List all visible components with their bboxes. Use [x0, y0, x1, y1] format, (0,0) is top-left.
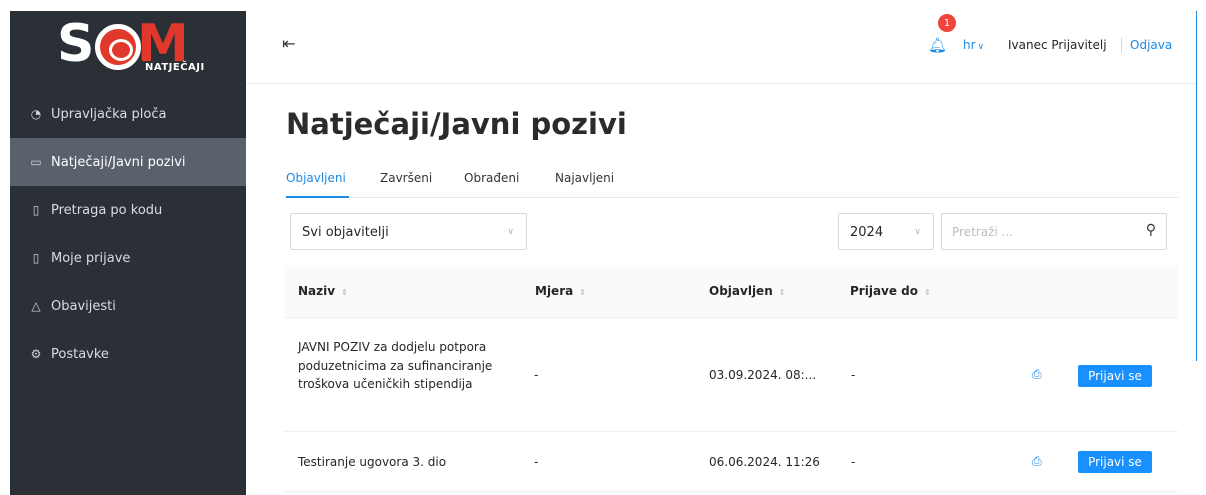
app-logo[interactable]: S M NATJEČAJI [57, 14, 204, 81]
publisher-select-value: Svi objavitelji [302, 225, 389, 240]
status-tabs: Objavljeni Završeni Obrađeni Najavljeni [286, 160, 1178, 198]
sidebar-item-tenders[interactable]: ▭ Natječaji/Javni pozivi [10, 138, 246, 186]
gear-icon: ⚙ [30, 347, 42, 361]
apply-button[interactable]: Prijavi se [1078, 451, 1152, 473]
menu-fold-icon[interactable]: ⇤ [282, 34, 295, 53]
chevron-down-icon: ∨ [977, 42, 985, 52]
page-title: Natječaji/Javni pozivi [286, 107, 627, 141]
row-deadline: - [851, 368, 856, 382]
search-icon[interactable]: ⚲ [1146, 222, 1156, 238]
column-header-label: Mjera [535, 284, 574, 298]
sort-icon: ⇕ [778, 288, 786, 297]
sidebar-menu: ◔ Upravljačka ploča ▭ Natječaji/Javni po… [10, 90, 246, 378]
notification-count-badge: 1 [938, 14, 956, 32]
row-published-date: 03.09.2024. 08:... [709, 368, 817, 382]
column-header-mjera[interactable]: Mjera ⇕ [535, 284, 586, 298]
sidebar-item-label: Pretraga po kodu [51, 202, 163, 218]
logo-subtitle: NATJEČAJI [145, 62, 205, 73]
logo-letter-s: S [57, 14, 94, 74]
row-measure: - [534, 368, 539, 382]
row-measure: - [534, 455, 539, 469]
language-selector[interactable]: hr ∨ [963, 38, 984, 52]
language-label: hr [963, 38, 976, 52]
tab-published[interactable]: Objavljeni [286, 171, 346, 185]
column-header-objavljen[interactable]: Objavljen ⇕ [709, 284, 785, 298]
sidebar-item-search-by-code[interactable]: ▯ Pretraga po kodu [10, 186, 246, 234]
publisher-select[interactable]: Svi objavitelji ∨ [290, 213, 527, 250]
user-name: Ivanec Prijavitelj [1008, 38, 1107, 52]
table-row: Testiranje ugovora 3. dio - 06.06.2024. … [284, 432, 1178, 492]
table-row: JAVNI POZIV za dodjelu potpora poduzetni… [284, 318, 1178, 432]
sort-icon: ⇕ [341, 288, 348, 297]
search-field: ⚲ [941, 213, 1167, 250]
file-icon: ▯ [32, 251, 40, 265]
logo-eye-icon [95, 24, 141, 70]
column-header-prijave-do[interactable]: Prijave do ⇕ [850, 284, 931, 298]
bell-icon: △ [31, 299, 41, 313]
pie-chart-icon: ◔ [30, 107, 42, 121]
tab-announced[interactable]: Najavljeni [555, 171, 614, 185]
table-header: Naziv ⇕ Mjera ⇕ Objavljen ⇕ Prijave do ⇕ [284, 265, 1178, 318]
top-header: ⇤ 🔔︎ 1 hr ∨ Ivanec Prijavitelj Odjava [246, 11, 1196, 84]
sidebar-item-label: Moje prijave [51, 250, 131, 266]
row-title[interactable]: JAVNI POZIV za dodjelu potpora poduzetni… [298, 338, 498, 394]
sort-icon: ⇕ [579, 288, 586, 297]
pdf-icon[interactable]: ⎙ [1032, 367, 1042, 382]
sidebar-item-notifications[interactable]: △ Obavijesti [10, 282, 246, 330]
sidebar-item-label: Natječaji/Javni pozivi [51, 154, 186, 170]
right-edge-line [1196, 11, 1197, 361]
search-input[interactable] [952, 223, 1122, 241]
column-header-label: Naziv [298, 284, 336, 298]
header-divider [1121, 37, 1122, 53]
row-title[interactable]: Testiranje ugovora 3. dio [298, 453, 446, 471]
active-tab-indicator [286, 196, 349, 198]
sidebar-item-my-applications[interactable]: ▯ Moje prijave [10, 234, 246, 282]
notification-bell-icon[interactable]: 🔔︎ [928, 36, 947, 54]
tab-processed[interactable]: Obrađeni [464, 171, 519, 185]
year-select[interactable]: 2024 ∨ [838, 213, 934, 250]
file-search-icon: ▯ [32, 203, 40, 217]
logout-link[interactable]: Odjava [1130, 38, 1172, 52]
year-select-value: 2024 [850, 225, 884, 240]
sidebar-item-label: Postavke [51, 346, 109, 362]
pdf-icon[interactable]: ⎙ [1032, 454, 1042, 469]
sort-icon: ⇕ [924, 288, 931, 297]
tab-finished[interactable]: Završeni [380, 171, 432, 185]
column-header-naziv[interactable]: Naziv ⇕ [298, 284, 348, 298]
sidebar-item-settings[interactable]: ⚙ Postavke [10, 330, 246, 378]
chevron-down-icon: ∨ [914, 227, 921, 237]
row-deadline: - [851, 455, 856, 469]
column-header-label: Prijave do [850, 284, 919, 298]
row-published-date: 06.06.2024. 11:26 [709, 455, 820, 469]
chevron-down-icon: ∨ [507, 227, 514, 237]
sidebar-item-dashboard[interactable]: ◔ Upravljačka ploča [10, 90, 246, 138]
sidebar-item-label: Upravljačka ploča [51, 106, 167, 122]
folder-open-icon: ▭ [30, 155, 42, 169]
sidebar: S M NATJEČAJI ◔ Upravljačka ploča ▭ Natj… [10, 11, 246, 495]
apply-button[interactable]: Prijavi se [1078, 365, 1152, 387]
sidebar-item-label: Obavijesti [51, 298, 116, 314]
column-header-label: Objavljen [709, 284, 773, 298]
